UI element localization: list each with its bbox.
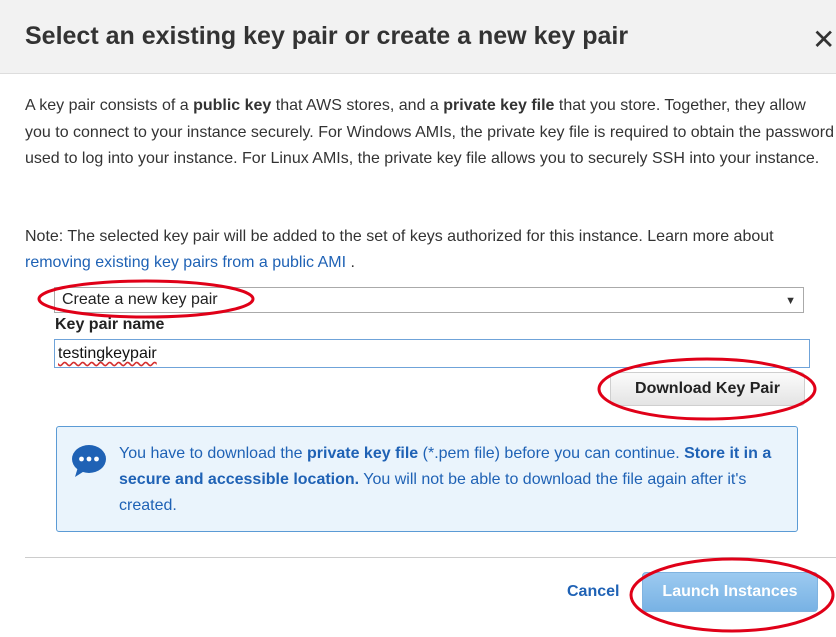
info-alert: You have to download the private key fil… [56,426,798,532]
description-bold-private-key: private key file [443,97,555,114]
info-text: You have to download the [119,445,308,462]
launch-instances-button[interactable]: Launch Instances [642,572,818,612]
key-pair-select[interactable]: Create a new key pair ▼ [54,287,804,313]
cancel-button[interactable]: Cancel [567,583,619,601]
description-text: A key pair consists of a [25,97,194,114]
dialog-title: Select an existing key pair or create a … [25,22,629,50]
info-bold-private-key: private key file [307,445,419,462]
description-bold-public-key: public key [193,97,272,114]
dropdown-arrow-icon: ▼ [785,295,796,307]
chat-bubble-icon [72,445,106,477]
info-message: You have to download the private key fil… [119,441,795,519]
key-pair-name-value: testingkeypair [58,345,157,362]
remove-key-pairs-link[interactable]: removing existing key pairs from a publi… [25,254,346,271]
description-text: that AWS stores, and a [271,97,444,114]
close-icon[interactable]: ✕ [812,26,836,54]
download-key-pair-button[interactable]: Download Key Pair [610,372,805,406]
key-pair-note: Note: The selected key pair will be adde… [25,224,831,276]
note-text: Note: The selected key pair will be adde… [25,228,774,245]
key-pair-name-label: Key pair name [55,316,165,333]
info-text: (*.pem file) before you can continue. [418,445,685,462]
key-pair-select-value: Create a new key pair [62,291,218,308]
key-pair-description: A key pair consists of a public key that… [25,93,836,173]
note-end: . [346,254,355,271]
dialog-header: Select an existing key pair or create a … [0,0,836,74]
footer-divider [25,557,836,558]
key-pair-name-input[interactable]: testingkeypair [54,339,810,368]
